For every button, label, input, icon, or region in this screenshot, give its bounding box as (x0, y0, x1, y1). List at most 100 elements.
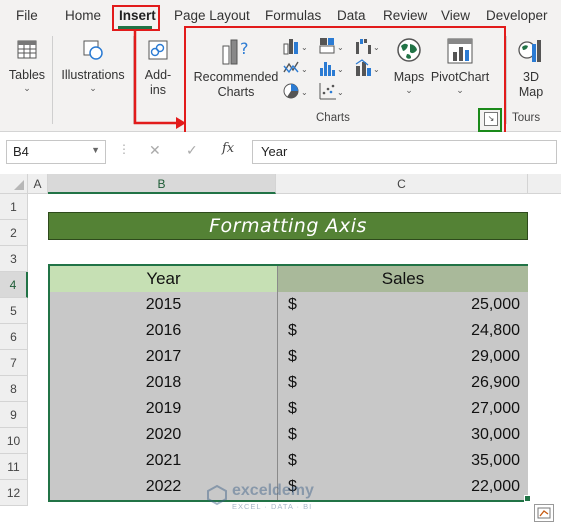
row-header[interactable]: 10 (0, 428, 28, 454)
year-cell[interactable]: 2020 (50, 422, 278, 448)
watermark-name: exceldemy (232, 482, 314, 499)
title-cell[interactable]: Formatting Axis (48, 212, 528, 240)
table-row: 2021 $35,000 (50, 448, 528, 474)
chevron-down-icon: ⌄ (89, 83, 97, 93)
dialog-launcher-highlight (478, 108, 502, 132)
tables-label: Tables (8, 68, 46, 82)
currency-symbol: $ (288, 400, 297, 417)
sales-cell[interactable]: $25,000 (278, 292, 528, 318)
name-box-value: B4 (13, 144, 29, 159)
header-year[interactable]: Year (50, 266, 278, 292)
row-header[interactable]: 3 (0, 246, 28, 272)
tables-button[interactable]: Tables ⌄ (6, 36, 48, 93)
sales-cell[interactable]: $30,000 (278, 422, 528, 448)
row-header[interactable]: 5 (0, 298, 28, 324)
sales-amount: 26,900 (471, 374, 520, 391)
3d-map-label-line2: Map (518, 85, 544, 99)
currency-symbol: $ (288, 426, 297, 443)
year-cell[interactable]: 2018 (50, 370, 278, 396)
table-icon (17, 40, 37, 59)
row-header[interactable]: 8 (0, 376, 28, 402)
column-header-b[interactable]: B (48, 174, 276, 194)
formula-input[interactable]: Year (252, 140, 557, 164)
chevron-down-icon: ⌄ (23, 83, 31, 93)
3d-map-label-line1: 3D (523, 70, 539, 84)
watermark-logo: exceldemy EXCEL · DATA · BI (206, 482, 366, 518)
sales-cell[interactable]: $26,900 (278, 370, 528, 396)
row-header[interactable]: 2 (0, 220, 28, 246)
illustrations-button[interactable]: Illustrations ⌄ (58, 36, 128, 93)
exceldemy-logo-icon (207, 484, 227, 506)
year-cell[interactable]: 2017 (50, 344, 278, 370)
table-row: 2020 $30,000 (50, 422, 528, 448)
table-row: 2017 $29,000 (50, 344, 528, 370)
group-divider (52, 36, 53, 124)
charts-group-highlight (184, 26, 506, 134)
sales-amount: 30,000 (471, 426, 520, 443)
currency-symbol: $ (288, 452, 297, 469)
column-header-next (528, 174, 561, 194)
chevron-down-icon[interactable]: ▼ (91, 145, 100, 155)
sales-amount: 27,000 (471, 400, 520, 417)
column-header-a[interactable]: A (28, 174, 48, 194)
row-header[interactable]: 9 (0, 402, 28, 428)
table-row: 2015 $25,000 (50, 292, 528, 318)
select-all-corner[interactable] (0, 174, 28, 194)
currency-symbol: $ (288, 348, 297, 365)
tab-formulas[interactable]: Formulas (265, 8, 321, 23)
sales-amount: 35,000 (471, 452, 520, 469)
sales-cell[interactable]: $24,800 (278, 318, 528, 344)
name-box[interactable]: B4 ▼ (6, 140, 106, 164)
sales-cell[interactable]: $27,000 (278, 396, 528, 422)
table-row: 2016 $24,800 (50, 318, 528, 344)
tab-data[interactable]: Data (337, 8, 366, 23)
illustrations-label: Illustrations (61, 68, 125, 82)
sales-amount: 22,000 (471, 478, 520, 495)
tab-page-layout[interactable]: Page Layout (174, 8, 250, 23)
sales-cell[interactable]: $35,000 (278, 448, 528, 474)
table-row: 2019 $27,000 (50, 396, 528, 422)
tab-review[interactable]: Review (383, 8, 427, 23)
sales-amount: 24,800 (471, 322, 520, 339)
row-header[interactable]: 1 (0, 194, 28, 220)
shapes-icon (83, 40, 103, 60)
table-header-row: Year Sales (50, 266, 528, 292)
tab-file[interactable]: File (16, 8, 38, 23)
more-icon: ⋮ (118, 142, 130, 156)
row-header[interactable]: 11 (0, 454, 28, 480)
tours-group-label: Tours (512, 112, 541, 124)
currency-symbol: $ (288, 322, 297, 339)
watermark-tagline: EXCEL · DATA · BI (232, 502, 313, 511)
quick-analysis-icon[interactable] (534, 504, 554, 522)
fill-handle[interactable] (524, 495, 531, 502)
tab-developer[interactable]: Developer (486, 8, 548, 23)
enter-icon[interactable]: ✓ (186, 142, 198, 159)
year-cell[interactable]: 2019 (50, 396, 278, 422)
sales-table: Year Sales 2015 $25,000 2016 $24,800 2017 $29… (48, 264, 528, 502)
header-sales[interactable]: Sales (278, 266, 528, 292)
sales-amount: 29,000 (471, 348, 520, 365)
row-header[interactable]: 4 (0, 272, 28, 298)
year-cell[interactable]: 2015 (50, 292, 278, 318)
sales-cell[interactable]: $29,000 (278, 344, 528, 370)
3d-map-button[interactable]: 3D Map (509, 36, 553, 100)
insert-function-icon[interactable]: fx (222, 141, 234, 156)
tab-home[interactable]: Home (65, 8, 101, 23)
sales-amount: 25,000 (471, 296, 520, 313)
row-header[interactable]: 7 (0, 350, 28, 376)
currency-symbol: $ (288, 296, 297, 313)
row-header[interactable]: 12 (0, 480, 28, 506)
cancel-icon[interactable]: ✕ (149, 142, 161, 159)
table-body: 2015 $25,000 2016 $24,800 2017 $29,000 2018 $26… (50, 292, 528, 500)
formula-bar: B4 ▼ ⋮ ✕ ✓ fx Year (0, 132, 561, 172)
year-cell[interactable]: 2021 (50, 448, 278, 474)
currency-symbol: $ (288, 374, 297, 391)
row-header[interactable]: 6 (0, 324, 28, 350)
table-row: 2018 $26,900 (50, 370, 528, 396)
3d-map-icon (518, 40, 541, 62)
column-header-c[interactable]: C (276, 174, 528, 194)
tab-view[interactable]: View (441, 8, 470, 23)
worksheet-grid: A B C 1 2 3 4 5 6 7 8 9 10 11 12 Formatt… (0, 172, 561, 529)
group-divider (506, 36, 507, 124)
year-cell[interactable]: 2016 (50, 318, 278, 344)
